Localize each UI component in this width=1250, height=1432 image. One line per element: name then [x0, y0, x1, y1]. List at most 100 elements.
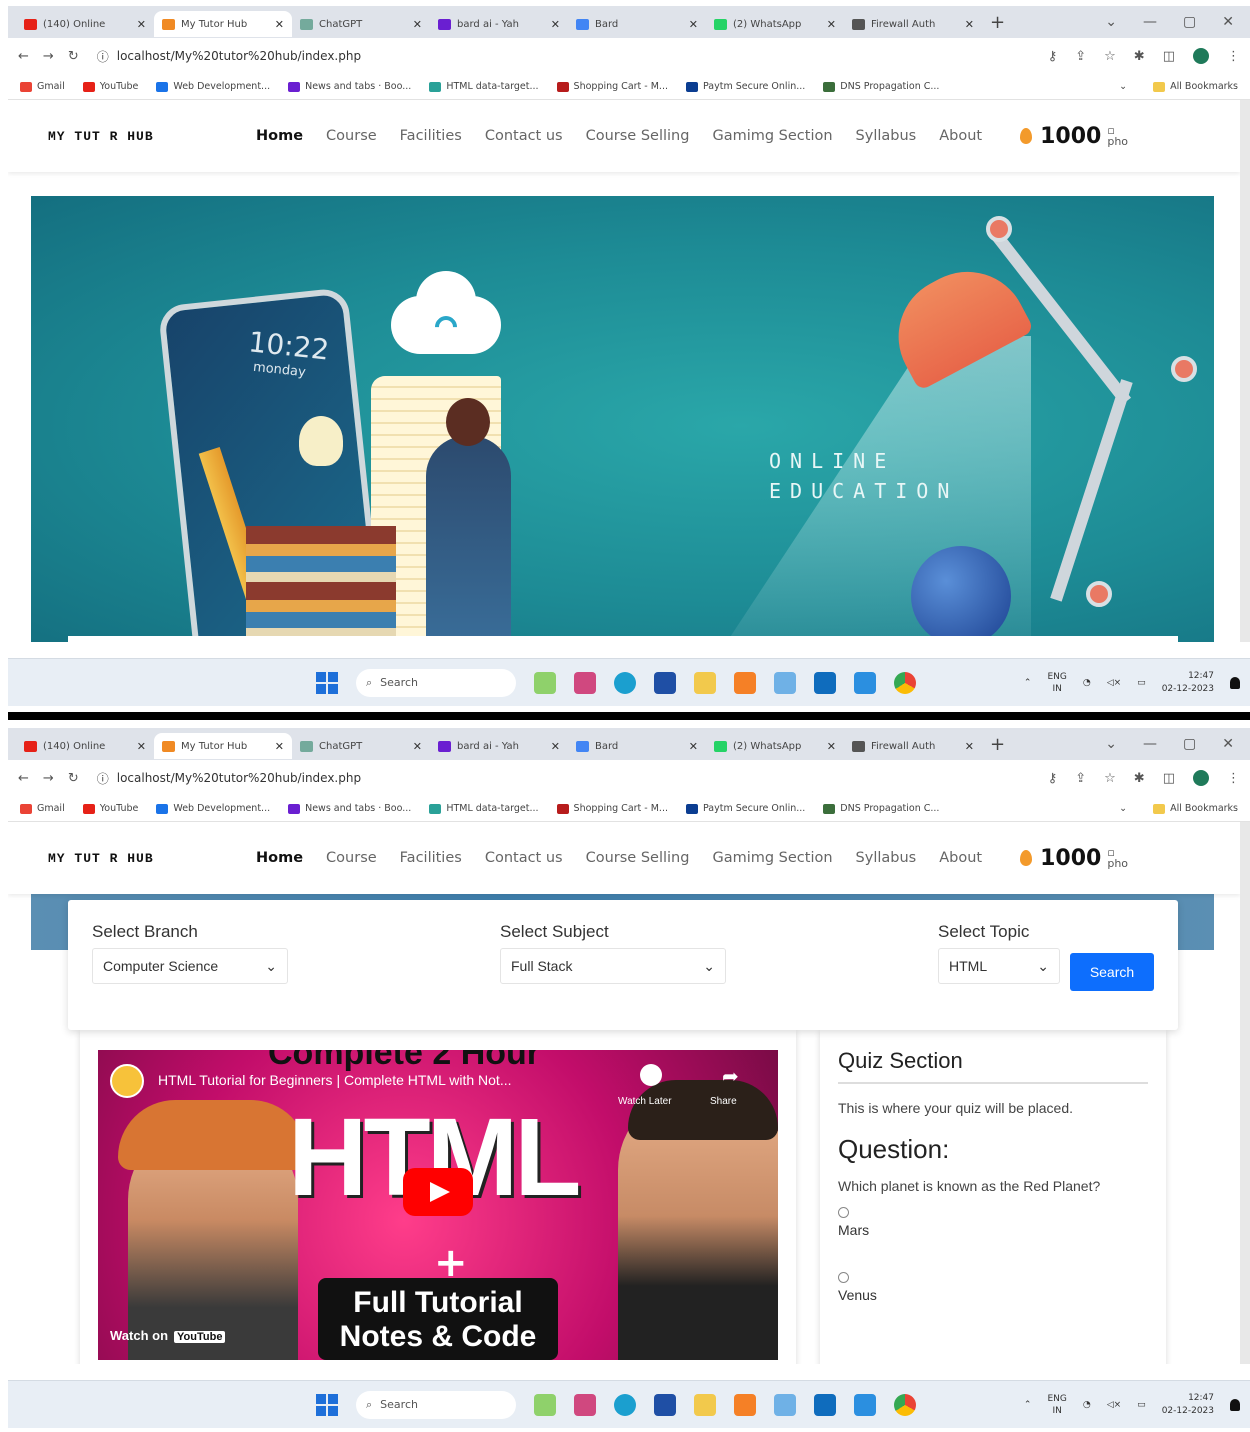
chevron-down-icon[interactable]: ⌄: [1119, 803, 1127, 814]
new-tab-button[interactable]: +: [990, 12, 1005, 33]
minimize-button[interactable]: —: [1143, 14, 1157, 30]
profile-avatar[interactable]: [1193, 48, 1209, 64]
reload-icon[interactable]: ↻: [68, 771, 79, 786]
maximize-button[interactable]: ▢: [1183, 14, 1196, 30]
profile-avatar[interactable]: [1193, 770, 1209, 786]
bookmark-dns[interactable]: DNS Propagation C...: [823, 81, 939, 92]
branch-select[interactable]: Computer Science ⌄: [92, 948, 288, 984]
close-icon[interactable]: ✕: [137, 18, 146, 31]
maximize-button[interactable]: ▢: [1183, 736, 1196, 752]
xampp-icon[interactable]: [734, 671, 756, 694]
widgets-icon[interactable]: [534, 671, 556, 694]
bookmark-dns[interactable]: DNS Propagation C...: [823, 803, 939, 814]
copilot-icon[interactable]: [574, 1393, 596, 1416]
all-bookmarks[interactable]: All Bookmarks: [1153, 803, 1238, 814]
nav-gaming[interactable]: Gamimg Section: [712, 850, 832, 866]
close-window-button[interactable]: ✕: [1222, 736, 1234, 752]
nav-home[interactable]: Home: [256, 850, 303, 866]
edge-icon[interactable]: [614, 671, 636, 694]
share-icon[interactable]: ⇪: [1075, 771, 1086, 786]
star-icon[interactable]: ☆: [1104, 49, 1116, 64]
outlook-icon[interactable]: [814, 1393, 836, 1416]
chevron-up-icon[interactable]: ⌃: [1024, 1400, 1032, 1410]
extensions-icon[interactable]: ✱: [1134, 49, 1145, 64]
channel-avatar[interactable]: [110, 1064, 144, 1098]
copilot-icon[interactable]: [574, 671, 596, 694]
reload-icon[interactable]: ↻: [68, 49, 79, 64]
bookmark-youtube[interactable]: YouTube: [82, 803, 138, 814]
topic-select[interactable]: HTML ⌄: [938, 948, 1060, 984]
share-icon[interactable]: ➦: [722, 1064, 739, 1088]
option-radio-venus[interactable]: [838, 1272, 849, 1283]
url-field[interactable]: ⓘ localhost/My%20tutor%20hub/index.php: [92, 42, 1034, 70]
close-icon[interactable]: ✕: [965, 740, 974, 753]
nav-syllabus[interactable]: Syllabus: [856, 128, 917, 144]
tab-search-icon[interactable]: ⌄: [1105, 14, 1117, 30]
system-clock[interactable]: 12:47 02-12-2023: [1162, 1392, 1214, 1418]
close-icon[interactable]: ✕: [689, 740, 698, 753]
nav-contact[interactable]: Contact us: [485, 850, 563, 866]
subject-select[interactable]: Full Stack ⌄: [500, 948, 726, 984]
file-explorer-icon[interactable]: [694, 1393, 716, 1416]
bookmark-gmail[interactable]: Gmail: [20, 81, 65, 92]
share-label[interactable]: Share: [710, 1096, 737, 1107]
search-button[interactable]: Search: [1070, 953, 1154, 991]
nav-course-selling[interactable]: Course Selling: [586, 128, 690, 144]
browser-tab-bard[interactable]: Bard ✕: [568, 733, 706, 759]
notification-icon[interactable]: [1230, 1398, 1240, 1411]
bookmark-webdev[interactable]: Web Development...: [156, 803, 270, 814]
close-icon[interactable]: ✕: [413, 740, 422, 753]
vscode-icon[interactable]: [854, 671, 876, 694]
key-icon[interactable]: ⚷: [1048, 771, 1058, 786]
browser-tab-yahoo[interactable]: bard ai - Yah ✕: [430, 733, 568, 759]
nav-syllabus[interactable]: Syllabus: [856, 850, 917, 866]
play-button[interactable]: [403, 1168, 473, 1216]
browser-tab-chatgpt[interactable]: ChatGPT ✕: [292, 733, 430, 759]
chrome-icon[interactable]: [894, 671, 916, 694]
nav-contact[interactable]: Contact us: [485, 128, 563, 144]
nav-course[interactable]: Course: [326, 128, 377, 144]
all-bookmarks[interactable]: All Bookmarks: [1153, 81, 1238, 92]
sidepanel-icon[interactable]: ◫: [1163, 49, 1175, 64]
nav-about[interactable]: About: [939, 850, 982, 866]
browser-tab-my-tutor-hub[interactable]: My Tutor Hub ✕: [154, 11, 292, 37]
browser-tab-firewall[interactable]: Firewall Auth ✕: [844, 11, 982, 37]
key-icon[interactable]: ⚷: [1048, 49, 1058, 64]
system-clock[interactable]: 12:47 02-12-2023: [1162, 670, 1214, 696]
new-tab-button[interactable]: +: [990, 734, 1005, 755]
extensions-icon[interactable]: ✱: [1134, 771, 1145, 786]
browser-tab-whatsapp[interactable]: (2) WhatsApp ✕: [706, 11, 844, 37]
forward-icon[interactable]: →: [43, 771, 54, 786]
bookmark-cart[interactable]: Shopping Cart - M...: [556, 81, 668, 92]
bookmark-webdev[interactable]: Web Development...: [156, 81, 270, 92]
wifi-icon[interactable]: ◔: [1083, 678, 1091, 688]
outlook-icon[interactable]: [814, 671, 836, 694]
profile-image-broken[interactable]: ▫ pho: [1107, 847, 1128, 869]
chevron-down-icon[interactable]: ⌄: [1119, 81, 1127, 92]
battery-icon[interactable]: ▭: [1137, 678, 1146, 688]
page-scrollbar[interactable]: [1240, 100, 1250, 642]
back-icon[interactable]: ←: [18, 49, 29, 64]
clock-icon[interactable]: [640, 1064, 662, 1086]
close-window-button[interactable]: ✕: [1222, 14, 1234, 30]
close-icon[interactable]: ✕: [827, 18, 836, 31]
xampp-icon[interactable]: [734, 1393, 756, 1416]
close-icon[interactable]: ✕: [275, 740, 284, 753]
forward-icon[interactable]: →: [43, 49, 54, 64]
scrollbar-thumb[interactable]: [1242, 110, 1248, 200]
nav-course-selling[interactable]: Course Selling: [586, 850, 690, 866]
nav-facilities[interactable]: Facilities: [400, 128, 462, 144]
close-icon[interactable]: ✕: [551, 740, 560, 753]
page-scrollbar[interactable]: [1240, 822, 1250, 1364]
edge-icon[interactable]: [614, 1393, 636, 1416]
browser-tab-youtube[interactable]: (140) Online ✕: [16, 733, 154, 759]
site-logo[interactable]: MY TUT R HUB: [48, 129, 256, 144]
close-icon[interactable]: ✕: [551, 18, 560, 31]
battery-icon[interactable]: ▭: [1137, 1400, 1146, 1410]
volume-icon[interactable]: ◁×: [1107, 678, 1121, 688]
windows-start-icon[interactable]: [316, 671, 338, 694]
sidepanel-icon[interactable]: ◫: [1163, 771, 1175, 786]
star-icon[interactable]: ☆: [1104, 771, 1116, 786]
notepad-icon[interactable]: [774, 1393, 796, 1416]
bookmark-html[interactable]: HTML data-target...: [429, 803, 539, 814]
